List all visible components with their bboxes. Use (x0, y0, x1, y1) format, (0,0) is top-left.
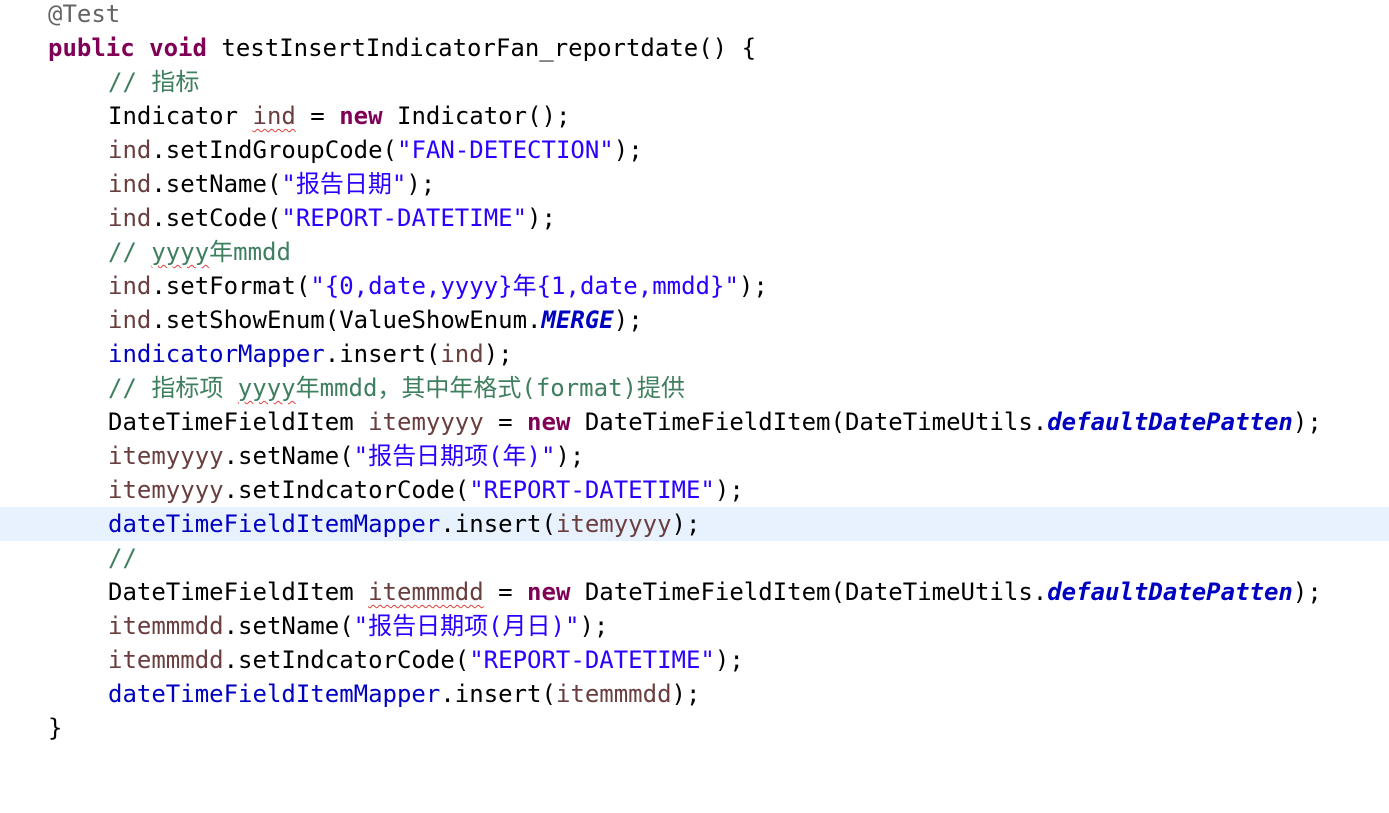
field-token: dateTimeFieldItemMapper (108, 680, 441, 708)
code-line[interactable]: itemyyyy.setName("报告日期项(年)"); (0, 439, 1389, 473)
comment-token: yyyy (237, 374, 296, 402)
local-variable-token: ind (108, 170, 152, 198)
current-line-highlight[interactable]: dateTimeFieldItemMapper.insert(itemyyyy)… (0, 507, 1389, 541)
code-text: itemmmdd.setIndcatorCode("REPORT-DATETIM… (108, 646, 744, 674)
code-text: ind.setFormat("{0,date,yyyy}年{1,date,mmd… (108, 272, 768, 300)
code-text: DateTimeFieldItem itemmmdd = new DateTim… (108, 578, 1322, 606)
code-line[interactable]: // 指标 (0, 65, 1389, 99)
string-literal: "REPORT-DATETIME" (469, 476, 715, 504)
keyword-token: new (339, 102, 383, 130)
keyword-token: new (527, 578, 571, 606)
code-line[interactable]: itemyyyy.setIndcatorCode("REPORT-DATETIM… (0, 473, 1389, 507)
code-line[interactable]: public void testInsertIndicatorFan_repor… (0, 31, 1389, 65)
local-variable-token: itemyyyy (108, 442, 224, 470)
string-literal: "报告日期项(年)" (353, 442, 556, 470)
code-line[interactable]: ind.setFormat("{0,date,yyyy}年{1,date,mmd… (0, 269, 1389, 303)
code-text: itemmmdd.setName("报告日期项(月日)"); (108, 612, 609, 640)
field-token: indicatorMapper (108, 340, 325, 368)
code-line[interactable]: ind.setCode("REPORT-DATETIME"); (0, 201, 1389, 235)
local-variable-token: ind (108, 306, 152, 334)
code-text: Indicator ind = new Indicator(); (108, 102, 571, 130)
keyword-token: new (527, 408, 571, 436)
local-variable-token: itemmmdd (108, 646, 224, 674)
code-text: public void testInsertIndicatorFan_repor… (48, 31, 756, 65)
code-text: // yyyy年mmdd (108, 235, 291, 269)
annotation-token: @Test (48, 0, 121, 28)
code-line[interactable]: @Test (0, 0, 1389, 31)
code-text: // 指标项 yyyy年mmdd，其中年格式(format)提供 (108, 371, 685, 405)
code-text: indicatorMapper.insert(ind); (108, 340, 513, 368)
local-variable-token: ind (252, 102, 296, 130)
string-literal: "REPORT-DATETIME" (281, 204, 528, 232)
code-line[interactable]: ind.setName("报告日期"); (0, 167, 1389, 201)
static-field-token: defaultDatePatten (1047, 408, 1293, 436)
local-variable-token: itemyyyy (108, 476, 224, 504)
code-line[interactable]: DateTimeFieldItem itemmmdd = new DateTim… (0, 575, 1389, 609)
local-variable-token: ind (108, 136, 152, 164)
static-field-token: defaultDatePatten (1047, 578, 1293, 606)
local-variable-token: itemmmdd (368, 578, 484, 606)
comment-token: // 指标项 (108, 374, 238, 402)
local-variable-token: itemyyyy (368, 408, 484, 436)
code-editor[interactable]: @Test public void testInsertIndicatorFan… (0, 0, 1389, 745)
comment-token: 年mmdd，其中年格式(format)提供 (295, 374, 685, 402)
local-variable-token: ind (108, 204, 152, 232)
code-text: DateTimeFieldItem itemyyyy = new DateTim… (108, 408, 1322, 436)
local-variable-token: itemmmdd (108, 612, 224, 640)
comment-token: // 指标 (108, 68, 200, 96)
code-line[interactable]: ind.setShowEnum(ValueShowEnum.MERGE); (0, 303, 1389, 337)
code-line[interactable]: } (0, 711, 1389, 745)
string-literal: "报告日期项(月日)" (353, 612, 580, 640)
method-signature: testInsertIndicatorFan_reportdate() { (206, 34, 757, 62)
code-text: ind.setIndGroupCode("FAN-DETECTION"); (108, 136, 643, 164)
string-literal: "REPORT-DATETIME" (469, 646, 715, 674)
code-line[interactable]: // 指标项 yyyy年mmdd，其中年格式(format)提供 (0, 371, 1389, 405)
string-literal: "报告日期" (281, 170, 407, 198)
code-line[interactable]: indicatorMapper.insert(ind); (0, 337, 1389, 371)
code-line[interactable]: itemmmdd.setName("报告日期项(月日)"); (0, 609, 1389, 643)
comment-token: // (108, 544, 137, 572)
string-literal: "{0,date,yyyy}年{1,date,mmdd}" (310, 272, 739, 300)
code-text: dateTimeFieldItemMapper.insert(itemmmdd)… (108, 680, 701, 708)
comment-token: // (108, 238, 152, 266)
code-line[interactable]: ind.setIndGroupCode("FAN-DETECTION"); (0, 133, 1389, 167)
code-text: } (48, 711, 62, 745)
code-line[interactable]: DateTimeFieldItem itemyyyy = new DateTim… (0, 405, 1389, 439)
closing-brace: } (48, 714, 63, 742)
code-text: // (108, 541, 137, 575)
code-text: ind.setCode("REPORT-DATETIME"); (108, 204, 556, 232)
code-text: dateTimeFieldItemMapper.insert(itemyyyy)… (108, 510, 701, 538)
code-text: // 指标 (108, 65, 199, 99)
code-text: itemyyyy.setName("报告日期项(年)"); (108, 442, 585, 470)
code-text: itemyyyy.setIndcatorCode("REPORT-DATETIM… (108, 476, 744, 504)
local-variable-token: itemyyyy (555, 510, 672, 538)
code-line[interactable]: dateTimeFieldItemMapper.insert(itemmmdd)… (0, 677, 1389, 711)
code-text: @Test (48, 0, 120, 31)
code-line[interactable]: // yyyy年mmdd (0, 235, 1389, 269)
local-variable-token: ind (108, 272, 152, 300)
code-line[interactable]: // (0, 541, 1389, 575)
comment-token: yyyy (151, 238, 210, 266)
comment-token: 年mmdd (209, 238, 291, 266)
local-variable-token: ind (440, 340, 484, 368)
keyword-token: public (48, 34, 135, 62)
local-variable-token: itemmmdd (555, 680, 672, 708)
static-field-token: MERGE (541, 306, 614, 334)
code-text: ind.setName("报告日期"); (108, 170, 436, 198)
keyword-token: void (149, 34, 207, 62)
field-token: dateTimeFieldItemMapper (108, 510, 441, 538)
code-line[interactable]: itemmmdd.setIndcatorCode("REPORT-DATETIM… (0, 643, 1389, 677)
string-literal: "FAN-DETECTION" (397, 136, 614, 164)
code-line[interactable]: Indicator ind = new Indicator(); (0, 99, 1389, 133)
code-text: ind.setShowEnum(ValueShowEnum.MERGE); (108, 306, 643, 334)
